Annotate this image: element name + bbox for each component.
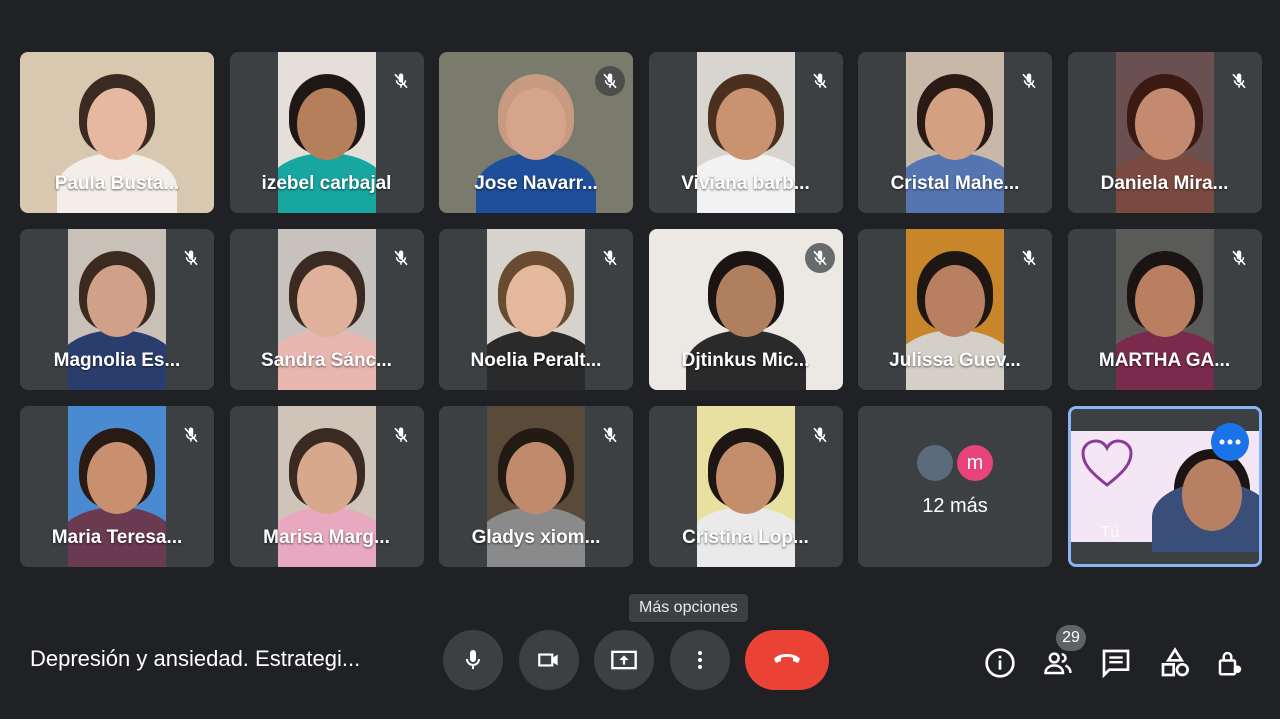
activities-icon xyxy=(1161,647,1189,677)
mic-off-icon xyxy=(603,250,617,266)
mic-off-icon xyxy=(184,427,198,443)
muted-indicator xyxy=(176,243,206,273)
mic-off-icon xyxy=(1022,250,1036,266)
present-screen-icon xyxy=(611,650,637,670)
participant-tile[interactable]: izebel carbajal xyxy=(229,52,424,213)
muted-indicator xyxy=(385,66,416,96)
participant-name: Sandra Sánc... xyxy=(261,350,392,371)
info-icon xyxy=(985,648,1015,678)
more-avatars: m xyxy=(917,445,993,481)
self-more-options-button[interactable] xyxy=(1210,423,1249,461)
muted-indicator xyxy=(804,243,835,273)
mic-off-icon xyxy=(812,73,827,89)
muted-indicator xyxy=(1223,243,1254,273)
muted-indicator xyxy=(1014,243,1044,273)
participant-tile[interactable]: Sandra Sánc... xyxy=(229,229,424,390)
participant-name: Paula Busta... xyxy=(54,173,180,194)
participant-tile[interactable]: Cristina Lop... xyxy=(648,406,843,567)
more-options-tooltip: Más opciones xyxy=(629,594,748,622)
muted-indicator xyxy=(385,243,416,273)
mic-off-icon xyxy=(1022,73,1036,89)
muted-indicator xyxy=(595,420,625,450)
mic-off-icon xyxy=(393,427,408,443)
participant-name: Jose Navarr... xyxy=(474,173,598,194)
mic-off-icon xyxy=(1231,250,1246,266)
muted-indicator xyxy=(1014,66,1044,96)
participant-name: Cristina Lop... xyxy=(682,527,809,548)
participant-tile[interactable]: Julissa Guev... xyxy=(858,229,1052,390)
muted-indicator xyxy=(385,420,416,450)
participant-tile[interactable]: Viviana barb... xyxy=(648,52,843,213)
chat-icon xyxy=(1102,649,1130,679)
muted-indicator xyxy=(804,66,835,96)
participant-tile[interactable]: Maria Teresa... xyxy=(20,406,214,567)
participant-name: Marisa Marg... xyxy=(263,527,390,548)
meeting-title[interactable]: Depresión y ansiedad. Estrategi... xyxy=(30,646,360,672)
participant-name: Magnolia Es... xyxy=(53,350,181,371)
participant-tile[interactable]: Paula Busta... xyxy=(20,52,214,213)
participant-tile[interactable]: Daniela Mira... xyxy=(1067,52,1262,213)
muted-indicator xyxy=(804,420,835,450)
more-participants-tile[interactable]: m 12 más xyxy=(858,406,1052,567)
participant-name: Noelia Peralt... xyxy=(470,350,602,371)
mic-off-icon xyxy=(603,73,617,89)
participant-name: izebel carbajal xyxy=(261,173,392,194)
camera-button[interactable] xyxy=(519,630,579,690)
participant-tile[interactable]: Cristal Mahe... xyxy=(858,52,1052,213)
participant-name: Gladys xiom... xyxy=(471,527,601,548)
participant-tile[interactable]: Magnolia Es... xyxy=(20,229,214,390)
chat-button[interactable] xyxy=(1098,645,1134,681)
microphone-button[interactable] xyxy=(443,630,503,690)
muted-indicator xyxy=(176,420,206,450)
present-screen-button[interactable] xyxy=(594,630,654,690)
mic-off-icon xyxy=(812,427,827,443)
participant-grid: Paula Busta... izebel carbajal Jose Navarr… xyxy=(20,52,1262,567)
participant-name: Viviana barb... xyxy=(681,173,810,194)
more-vertical-icon xyxy=(698,651,702,669)
participant-tile[interactable]: Gladys xiom... xyxy=(439,406,633,567)
microphone-icon xyxy=(466,650,480,669)
activities-button[interactable] xyxy=(1157,645,1193,681)
participant-tile[interactable]: Jose Navarr... xyxy=(439,52,633,213)
participant-name: Julissa Guev... xyxy=(889,350,1021,371)
mic-off-icon xyxy=(393,250,408,266)
self-label: Tú xyxy=(1100,524,1120,541)
participant-tile[interactable]: Noelia Peralt... xyxy=(439,229,633,390)
mic-off-icon xyxy=(1231,73,1246,89)
camera-icon xyxy=(538,653,558,667)
more-options-button[interactable] xyxy=(670,630,730,690)
participant-tile[interactable]: Marisa Marg... xyxy=(229,406,424,567)
muted-indicator xyxy=(595,66,625,96)
muted-indicator xyxy=(1223,66,1254,96)
participant-name: Cristal Mahe... xyxy=(890,173,1020,194)
heart-logo-icon xyxy=(1080,439,1133,487)
participant-avatar-letter: m xyxy=(957,445,993,481)
lock-person-icon xyxy=(1218,651,1242,676)
participant-name: Daniela Mira... xyxy=(1100,173,1229,194)
mic-off-icon xyxy=(812,250,827,266)
participant-tile[interactable]: MARTHA GA... xyxy=(1067,229,1262,390)
participant-name: MARTHA GA... xyxy=(1098,350,1231,371)
participant-name: Maria Teresa... xyxy=(51,527,183,548)
mic-off-icon xyxy=(393,73,408,89)
end-call-button[interactable] xyxy=(745,630,829,690)
host-controls-button[interactable] xyxy=(1212,645,1248,681)
mic-off-icon xyxy=(603,427,617,443)
muted-indicator xyxy=(595,243,625,273)
meeting-info-button[interactable] xyxy=(982,645,1018,681)
participant-tile[interactable]: Djtinkus Mic... xyxy=(648,229,843,390)
self-view-tile[interactable]: Tú xyxy=(1067,406,1262,567)
participant-name: Djtinkus Mic... xyxy=(681,350,810,371)
hang-up-icon xyxy=(774,654,800,663)
mic-off-icon xyxy=(184,250,198,266)
more-count-label: 12 más xyxy=(922,495,988,517)
more-horizontal-icon xyxy=(1219,439,1240,445)
participants-count-badge: 29 xyxy=(1056,625,1086,651)
people-icon xyxy=(1044,652,1072,675)
participant-avatar xyxy=(917,445,953,481)
